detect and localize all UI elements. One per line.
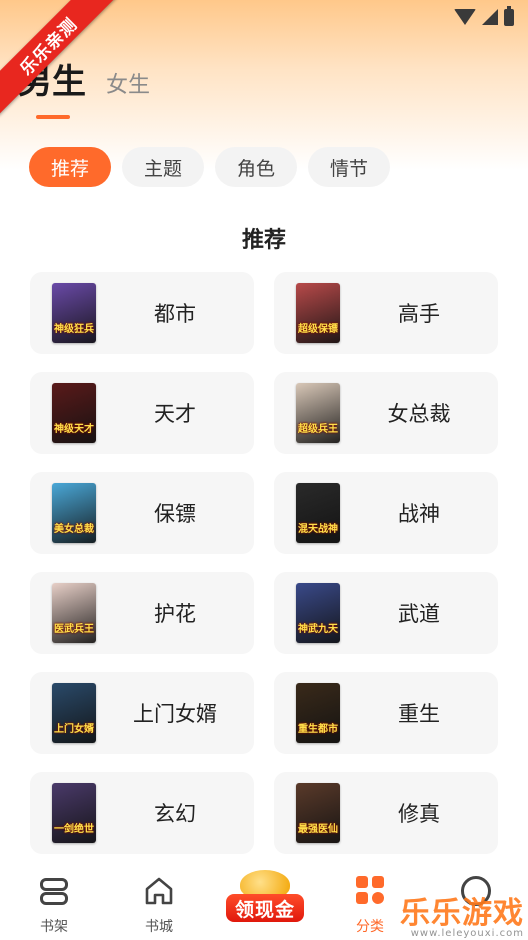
book-cover-title: 医武兵王: [54, 624, 94, 635]
category-card[interactable]: 神武九天 武道: [274, 572, 498, 654]
category-card-label: 高手: [398, 302, 440, 326]
category-card[interactable]: 超级兵王 女总裁: [274, 372, 498, 454]
book-cover-image: 医武兵王: [52, 583, 96, 643]
cash-reward-label: 领现金: [226, 894, 304, 922]
book-cover-image: 上门女婿: [52, 683, 96, 743]
category-grid: 神级狂兵 都市 超级保镖 高手 神级天才 天才 超级兵王 女总裁 美女总裁 保镖 混天战神 战神 医武兵…: [30, 272, 498, 854]
filter-tabs: 推荐 主题 角色 情节: [29, 147, 391, 187]
book-cover-title: 美女总裁: [54, 524, 94, 535]
book-cover-image: 超级保镖: [296, 283, 340, 343]
section-title: 推荐: [241, 228, 286, 253]
category-icon: [356, 876, 384, 904]
book-cover-title: 神级狂兵: [54, 324, 94, 335]
category-card[interactable]: 混天战神 战神: [274, 472, 498, 554]
category-card[interactable]: 医武兵王 护花: [30, 572, 254, 654]
category-card[interactable]: 超级保镖 高手: [274, 272, 498, 354]
book-cover-title: 神级天才: [54, 424, 94, 435]
category-card-label: 战神: [398, 502, 440, 526]
book-cover-image: 重生都市: [296, 683, 340, 743]
book-cover-image: 混天战神: [296, 483, 340, 543]
category-card[interactable]: 重生都市 重生: [274, 672, 498, 754]
book-cover-image: 超级兵王: [296, 383, 340, 443]
category-card-label: 护花: [154, 602, 196, 626]
book-cover-title: 重生都市: [298, 724, 338, 735]
category-card-label: 修真: [398, 802, 440, 826]
book-cover-title: 神武九天: [298, 624, 338, 635]
category-card-label: 女总裁: [387, 402, 451, 426]
wifi-icon: [454, 9, 476, 25]
cellular-signal-icon: [482, 9, 498, 25]
tab-theme[interactable]: 主题: [122, 147, 205, 187]
book-cover-image: 最强医仙: [296, 783, 340, 843]
category-card-label: 武道: [398, 602, 440, 626]
book-cover-title: 上门女婿: [54, 724, 94, 735]
book-cover-title: 一剑绝世: [54, 824, 94, 835]
category-card-label: 玄幻: [154, 802, 196, 826]
nav-cash-reward[interactable]: 领现金: [226, 868, 304, 930]
category-card-label: 都市: [154, 302, 196, 326]
tab-role[interactable]: 角色: [215, 147, 298, 187]
category-card[interactable]: 神级天才 天才: [30, 372, 254, 454]
nav-category-label: 分类: [356, 919, 384, 935]
bookshelf-icon: [40, 876, 68, 908]
category-card[interactable]: 最强医仙 修真: [274, 772, 498, 854]
tab-recommend[interactable]: 推荐: [29, 147, 112, 187]
book-cover-title: 超级保镖: [298, 324, 338, 335]
book-cover-image: 神级天才: [52, 383, 96, 443]
book-cover-image: 美女总裁: [52, 483, 96, 543]
book-cover-title: 混天战神: [298, 524, 338, 535]
nav-bookshelf-label: 书架: [40, 919, 68, 935]
category-card-label: 保镖: [154, 502, 196, 526]
gender-tab-female[interactable]: 女生: [106, 67, 150, 103]
category-card[interactable]: 一剑绝世 玄幻: [30, 772, 254, 854]
category-card-label: 重生: [398, 702, 440, 726]
book-cover-image: 神级狂兵: [52, 283, 96, 343]
battery-icon: [504, 5, 514, 26]
nav-bookstore-label: 书城: [145, 919, 173, 935]
book-cover-title: 超级兵王: [298, 424, 338, 435]
status-bar: [454, 5, 514, 28]
home-icon: [145, 877, 173, 905]
watermark-logo: 乐乐游戏 www.leleyouxi.com: [400, 896, 524, 939]
category-card[interactable]: 上门女婿 上门女婿: [30, 672, 254, 754]
category-card[interactable]: 美女总裁 保镖: [30, 472, 254, 554]
category-card-label: 上门女婿: [133, 702, 217, 726]
book-cover-image: 神武九天: [296, 583, 340, 643]
book-cover-image: 一剑绝世: [52, 783, 96, 843]
category-card-label: 天才: [154, 402, 196, 426]
tab-plot[interactable]: 情节: [308, 147, 391, 187]
active-gender-indicator: [36, 115, 70, 119]
category-card[interactable]: 神级狂兵 都市: [30, 272, 254, 354]
book-cover-title: 最强医仙: [298, 824, 338, 835]
